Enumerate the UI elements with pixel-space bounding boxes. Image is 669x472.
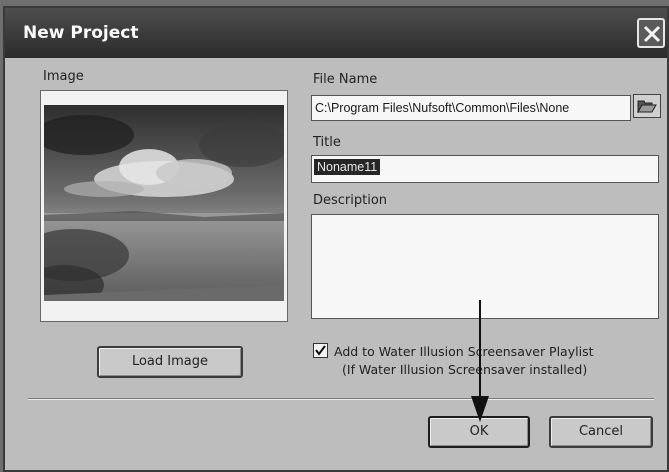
title-value-selected: Noname11 bbox=[314, 159, 381, 175]
playlist-checkbox[interactable] bbox=[313, 343, 328, 358]
description-label: Description bbox=[313, 193, 388, 208]
landscape-image bbox=[44, 105, 284, 301]
title-field[interactable]: Noname11 bbox=[311, 155, 659, 183]
close-icon bbox=[643, 25, 661, 43]
arrow-down-icon bbox=[471, 300, 489, 422]
playlist-label: Add to Water Illusion Screensaver Playli… bbox=[334, 344, 594, 359]
dialog-title: New Project bbox=[23, 23, 139, 43]
file-name-field[interactable]: C:\Program Files\Nufsoft\Common\Files\No… bbox=[311, 95, 631, 121]
check-icon bbox=[315, 345, 326, 356]
playlist-note: (If Water Illusion Screensaver installed… bbox=[342, 362, 588, 377]
cancel-button[interactable]: Cancel bbox=[549, 416, 653, 448]
folder-open-icon bbox=[637, 100, 657, 113]
file-name-value: C:\Program Files\Nufsoft\Common\Files\No… bbox=[315, 101, 570, 115]
image-preview bbox=[40, 90, 288, 322]
browse-button[interactable] bbox=[633, 94, 661, 118]
load-image-button[interactable]: Load Image bbox=[97, 346, 243, 378]
title-label: Title bbox=[313, 135, 341, 150]
divider bbox=[28, 398, 654, 400]
close-button[interactable] bbox=[637, 18, 665, 48]
file-name-label: File Name bbox=[313, 72, 378, 87]
title-bar: New Project bbox=[5, 8, 667, 58]
image-label: Image bbox=[43, 69, 84, 84]
